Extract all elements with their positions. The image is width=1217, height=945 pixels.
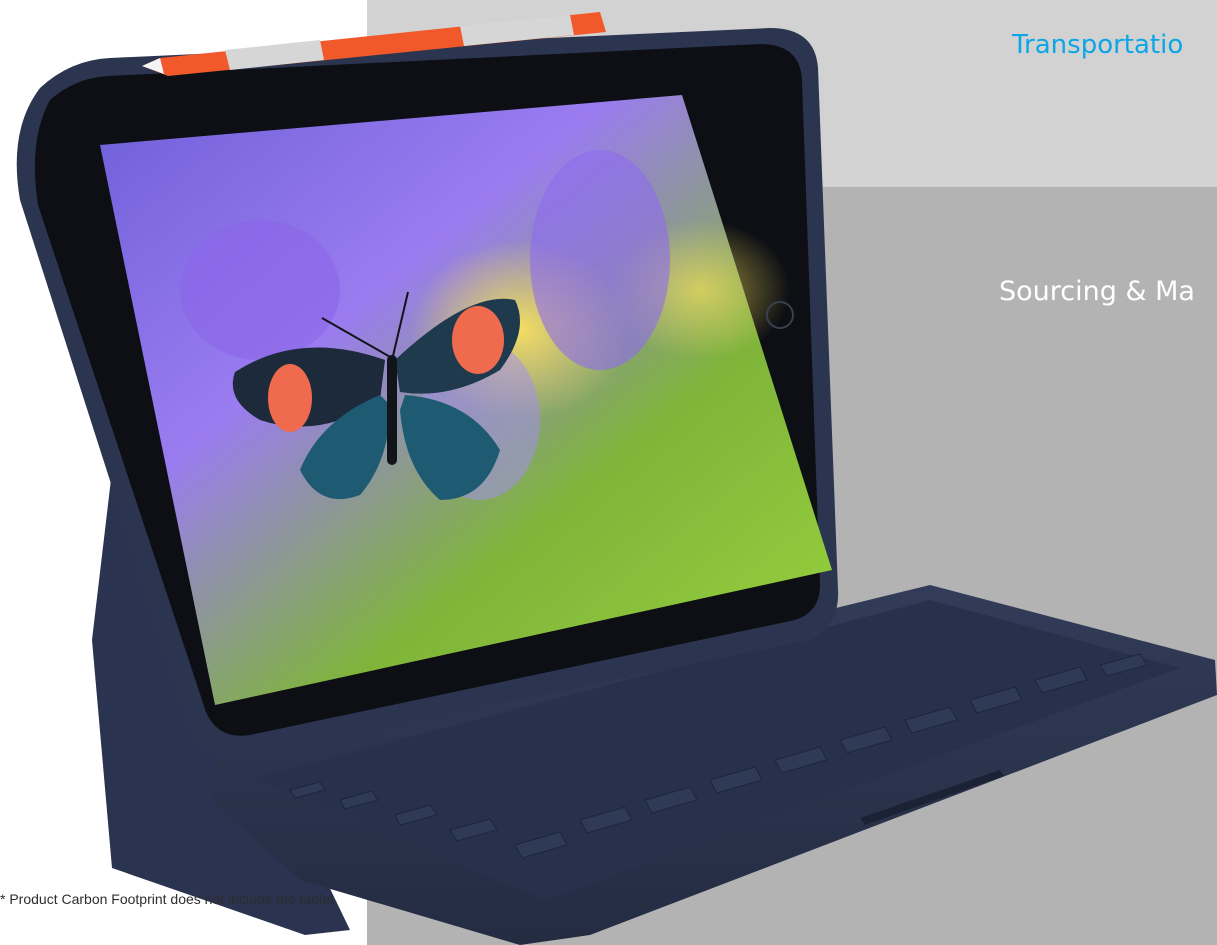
product-image [16, 12, 1217, 945]
footnote-text: * Product Carbon Footprint does not incl… [0, 891, 334, 907]
